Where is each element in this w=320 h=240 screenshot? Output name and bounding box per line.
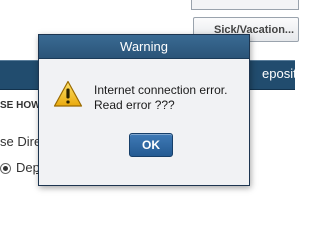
background-top-button[interactable] [191,0,299,10]
field-label: se Dire [0,134,42,149]
deposit-radio-label[interactable]: Dep [16,160,40,175]
radio-label-prefix: De [16,160,33,175]
ok-button[interactable]: OK [129,133,173,157]
dialog-title-bar[interactable]: Warning [39,35,249,59]
error-message-line-2: Read error ??? [94,98,175,112]
section-heading: SE HOW [0,100,41,111]
deposit-radio[interactable] [0,163,11,174]
navbar-label[interactable]: eposit [262,66,297,81]
error-message-line-1: Internet connection error. [94,83,228,97]
warning-triangle-icon [53,80,83,107]
warning-dialog: Warning Internet connection error. Read … [38,34,250,186]
